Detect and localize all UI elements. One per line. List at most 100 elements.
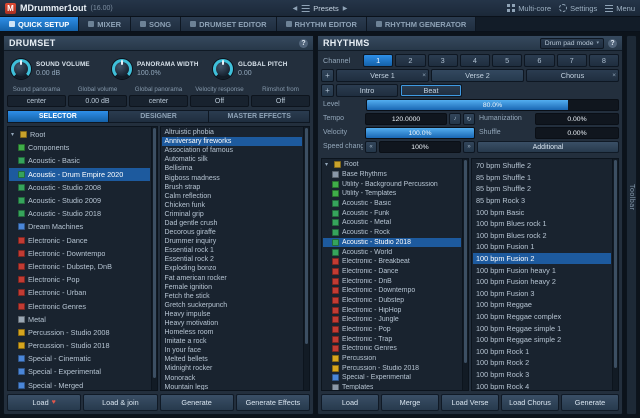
- level-slider[interactable]: 80.0%: [366, 99, 619, 111]
- close-section-icon[interactable]: ×: [612, 72, 616, 79]
- field-value[interactable]: Off: [251, 95, 310, 107]
- drumset-action-button[interactable]: Load♥: [7, 394, 81, 411]
- category-item[interactable]: Percussion - Studio 2008: [9, 326, 150, 339]
- drumset-preset-item[interactable]: Bigboss madness: [162, 173, 303, 182]
- rhythm-preset-item[interactable]: 85 bpm Shuffle 2: [473, 183, 611, 195]
- drumset-preset-item[interactable]: Chicken funk: [162, 201, 303, 210]
- drumset-action-button[interactable]: Generate♥: [160, 394, 234, 411]
- category-item[interactable]: Electronic - Breakbeat: [323, 257, 461, 267]
- section-tab[interactable]: Verse 1×: [336, 69, 429, 82]
- knob-value[interactable]: 0.00: [238, 70, 288, 77]
- main-tab[interactable]: DRUMSET EDITOR: [181, 17, 276, 31]
- rhythm-preset-item[interactable]: 100 bpm Basic: [473, 206, 611, 218]
- drumset-preset-item[interactable]: In your face: [162, 346, 303, 355]
- category-item[interactable]: Electronic - Trap: [323, 334, 461, 344]
- main-tab[interactable]: RHYTHM EDITOR: [277, 17, 367, 31]
- drumset-subtab[interactable]: SELECTOR: [7, 110, 109, 123]
- rhythm-preset-item[interactable]: 100 bpm Rock 2: [473, 357, 611, 369]
- category-item[interactable]: Electronic - Dubstep, DnB: [9, 260, 150, 273]
- category-item[interactable]: Acoustic - World: [323, 247, 461, 257]
- expander-icon[interactable]: ▾: [11, 131, 17, 138]
- category-item[interactable]: Dream Machines: [9, 220, 150, 233]
- rhythm-preset-item[interactable]: 100 bpm Reggae simple 1: [473, 322, 611, 334]
- category-item[interactable]: Electronic - DnB: [323, 276, 461, 286]
- drumset-preset-item[interactable]: Brush strap: [162, 183, 303, 192]
- drumset-preset-item[interactable]: Female ignition: [162, 283, 303, 292]
- category-item[interactable]: Acoustic - Metal: [323, 218, 461, 228]
- rhythm-preset-item[interactable]: 100 bpm Reggae: [473, 299, 611, 311]
- rhythm-preset-item[interactable]: 100 bpm Fusion heavy 1: [473, 264, 611, 276]
- category-item[interactable]: Acoustic - Basic: [9, 154, 150, 167]
- category-item[interactable]: Utility - Templates: [323, 189, 461, 199]
- tempo-value-box[interactable]: 120.0000: [365, 113, 447, 125]
- drumset-preset-item[interactable]: Exploding bonzo: [162, 264, 303, 273]
- drumset-preset-item[interactable]: Essential rock 1: [162, 246, 303, 255]
- knob-value[interactable]: 0.00 dB: [36, 70, 90, 77]
- category-item[interactable]: Components: [9, 141, 150, 154]
- category-item[interactable]: Acoustic - Basic: [323, 199, 461, 209]
- drumset-preset-item[interactable]: Fetch the stick: [162, 292, 303, 301]
- rhythm-preset-item[interactable]: 100 bpm Reggae complex: [473, 311, 611, 323]
- field-value[interactable]: center: [7, 95, 66, 107]
- menu-button[interactable]: Menu: [605, 4, 635, 13]
- channel-button[interactable]: 6: [524, 54, 554, 67]
- section-tab[interactable]: Verse 2×: [431, 69, 524, 82]
- next-preset-button[interactable]: ▶: [343, 5, 348, 12]
- channel-button[interactable]: 4: [460, 54, 490, 67]
- main-tab[interactable]: RHYTHM GENERATOR: [367, 17, 476, 31]
- rhythm-preset-item[interactable]: 100 bpm Fusion 2: [473, 253, 611, 265]
- drumset-preset-item[interactable]: Heavy impulse: [162, 310, 303, 319]
- rhythm-preset-item[interactable]: 100 bpm Blues rock 1: [473, 218, 611, 230]
- scrollbar-thumb[interactable]: [153, 128, 156, 378]
- help-icon[interactable]: ?: [299, 39, 308, 48]
- main-tab[interactable]: SONG: [131, 17, 181, 31]
- category-item[interactable]: Electronic - Dubstep: [323, 296, 461, 306]
- rhythm-preset-item[interactable]: 85 bpm Shuffle 1: [473, 172, 611, 184]
- drumset-subtab[interactable]: MASTER EFFECTS: [209, 110, 310, 123]
- category-item[interactable]: Electronic - Dance: [323, 267, 461, 277]
- drumset-preset-item[interactable]: Heavy motivation: [162, 319, 303, 328]
- drum-pad-mode-button[interactable]: Drum pad mode ▾: [540, 38, 604, 49]
- drumset-preset-item[interactable]: Monorack: [162, 374, 303, 383]
- category-item[interactable]: Acoustic - Funk: [323, 208, 461, 218]
- category-item[interactable]: Electronic - Downtempo: [323, 286, 461, 296]
- tempo-sync-button[interactable]: ↻: [463, 113, 475, 125]
- category-item[interactable]: Percussion - Studio 2018: [323, 363, 461, 373]
- rhythm-action-button[interactable]: Merge: [381, 394, 439, 411]
- category-item[interactable]: Electronic - Urban: [9, 286, 150, 299]
- drumset-subtab[interactable]: DESIGNER: [109, 110, 210, 123]
- melda-logo-icon[interactable]: M: [5, 3, 16, 14]
- slot-button[interactable]: Beat: [400, 84, 462, 97]
- knob[interactable]: [11, 59, 31, 79]
- category-item[interactable]: Acoustic - Studio 2009: [9, 194, 150, 207]
- rhythm-action-button[interactable]: Load: [321, 394, 379, 411]
- shuffle-slider[interactable]: 0.00%: [535, 127, 619, 139]
- category-item[interactable]: Percussion - Studio 2018: [9, 339, 150, 352]
- main-tab[interactable]: QUICK SETUP: [0, 17, 79, 31]
- section-tab[interactable]: Chorus×: [526, 69, 619, 82]
- drumset-preset-item[interactable]: Mountain legs: [162, 383, 303, 391]
- slot-button[interactable]: Intro: [336, 84, 398, 97]
- category-item[interactable]: Special - Cinematic: [9, 352, 150, 365]
- rhythm-preset-item[interactable]: 100 bpm Rock 1: [473, 346, 611, 358]
- velocity-slider[interactable]: 100.0%: [365, 127, 475, 139]
- category-item[interactable]: Electronic Genres: [9, 299, 150, 312]
- category-item[interactable]: Special - Experimental: [9, 365, 150, 378]
- knob[interactable]: [213, 59, 233, 79]
- category-item[interactable]: Acoustic - Studio 2008: [9, 181, 150, 194]
- add-slot-button[interactable]: +: [321, 84, 334, 97]
- toolbar-strip[interactable]: Toolbar: [626, 35, 637, 415]
- knob[interactable]: [112, 59, 132, 79]
- scrollbar-thumb[interactable]: [464, 160, 467, 363]
- category-item[interactable]: Electronic - Pop: [9, 273, 150, 286]
- drumset-preset-item[interactable]: Decorous giraffe: [162, 228, 303, 237]
- category-item[interactable]: Electronic - Pop: [323, 325, 461, 335]
- drumset-preset-item[interactable]: Imitate a rock: [162, 337, 303, 346]
- category-item[interactable]: ▾Root: [9, 128, 150, 141]
- drumset-preset-item[interactable]: Homeless room: [162, 328, 303, 337]
- close-section-icon[interactable]: ×: [422, 72, 426, 79]
- additional-button[interactable]: Additional: [477, 141, 619, 153]
- category-item[interactable]: Templates: [323, 383, 461, 391]
- drumset-preset-item[interactable]: Altruistic phobia: [162, 128, 303, 137]
- tempo-tap-button[interactable]: ♪: [449, 113, 461, 125]
